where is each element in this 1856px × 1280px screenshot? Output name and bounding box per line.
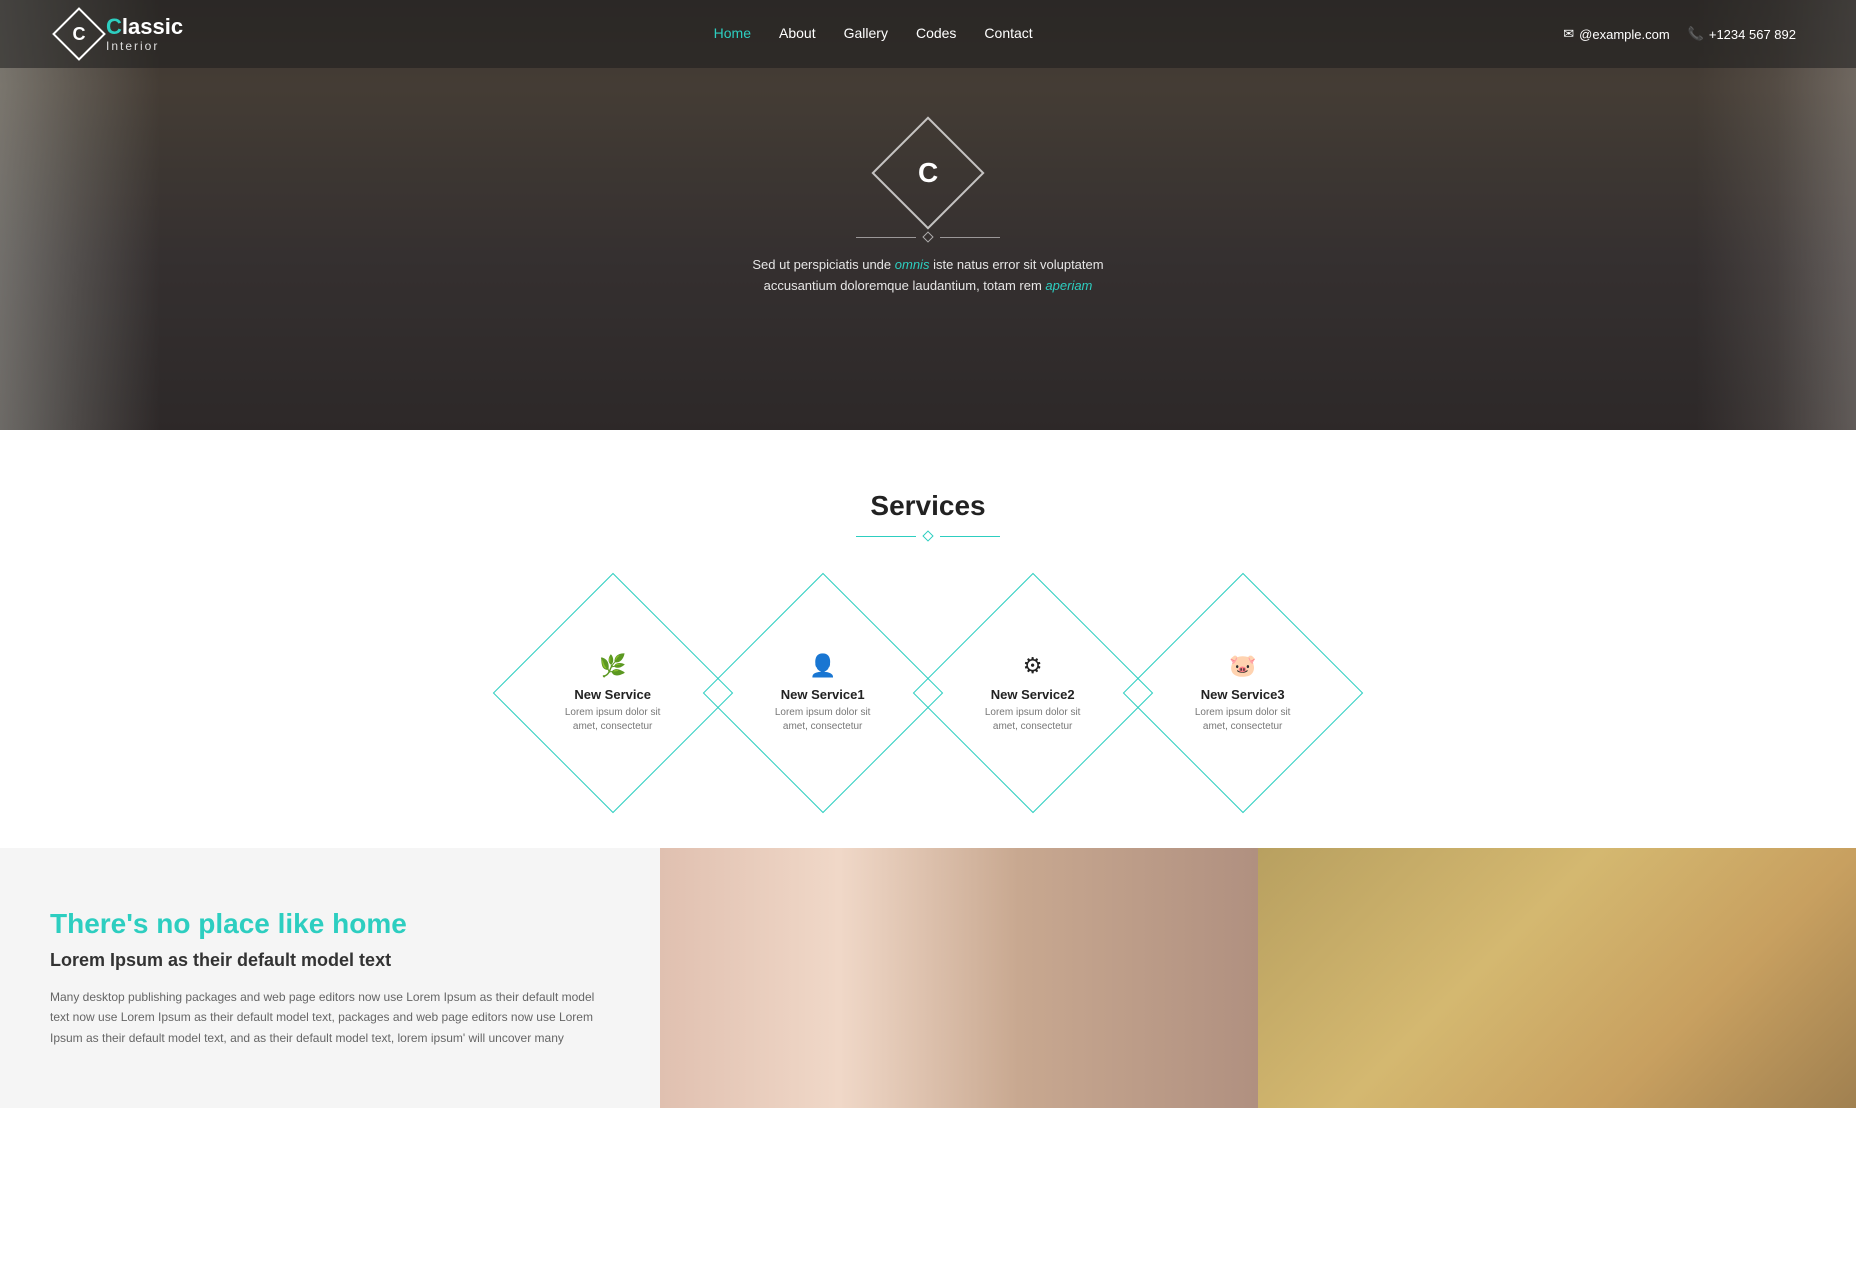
service-icon-3: 🐷 — [1229, 653, 1256, 679]
nav-item-gallery[interactable]: Gallery — [844, 25, 888, 43]
service-desc-3: Lorem ipsum dolor sit amet, consectetur — [1193, 706, 1293, 734]
service-icon-1: 👤 — [809, 653, 836, 679]
service-name-1: New Service1 — [781, 687, 865, 702]
hero-letter: C — [918, 157, 938, 189]
brand-letter: C — [106, 14, 122, 39]
services-divider-diamond — [922, 530, 933, 541]
navbar: C Classic Interior Home About Gallery Co… — [0, 0, 1856, 68]
hero-line-left — [856, 237, 916, 238]
services-section: Services 🌿 New Service Lorem ipsum dolor… — [0, 430, 1856, 848]
nav-item-about[interactable]: About — [779, 25, 816, 43]
service-icon-0: 🌿 — [599, 653, 626, 679]
nav-item-codes[interactable]: Codes — [916, 25, 956, 43]
hero-content: C Sed ut perspiciatis unde omnis iste na… — [738, 133, 1118, 297]
hero-divider — [856, 233, 1000, 241]
about-images — [660, 848, 1856, 1108]
service-card-inner-0: 🌿 New Service Lorem ipsum dolor sit amet… — [543, 653, 683, 734]
service-desc-1: Lorem ipsum dolor sit amet, consectetur — [773, 706, 873, 734]
logo-letter: C — [73, 24, 86, 45]
brand-sub: Interior — [106, 40, 183, 53]
services-divider — [40, 532, 1816, 540]
nav-link-gallery[interactable]: Gallery — [844, 25, 888, 41]
about-text: There's no place like home Lorem Ipsum a… — [0, 848, 660, 1108]
nav-contact: ✉ @example.com 📞 +1234 567 892 — [1563, 26, 1796, 42]
nav-email: ✉ @example.com — [1563, 26, 1669, 42]
about-subtitle: Lorem Ipsum as their default model text — [50, 950, 610, 971]
logo-diamond: C — [52, 7, 106, 61]
about-image-bathroom — [660, 848, 1258, 1108]
services-title: Services — [40, 490, 1816, 522]
logo-text: Classic Interior — [106, 15, 183, 52]
logo[interactable]: C Classic Interior — [60, 15, 183, 53]
nav-link-contact[interactable]: Contact — [984, 25, 1032, 41]
email-icon: ✉ — [1563, 26, 1574, 42]
service-desc-0: Lorem ipsum dolor sit amet, consectetur — [563, 706, 663, 734]
nav-link-home[interactable]: Home — [714, 25, 751, 41]
nav-link-about[interactable]: About — [779, 25, 816, 41]
nav-links: Home About Gallery Codes Contact — [714, 25, 1033, 43]
services-line-left — [856, 536, 916, 537]
service-card-1[interactable]: 👤 New Service1 Lorem ipsum dolor sit ame… — [703, 573, 943, 813]
service-card-0[interactable]: 🌿 New Service Lorem ipsum dolor sit amet… — [493, 573, 733, 813]
hero-divider-diamond — [922, 232, 933, 243]
service-card-2[interactable]: ⚙ New Service2 Lorem ipsum dolor sit ame… — [913, 573, 1153, 813]
about-body: Many desktop publishing packages and web… — [50, 987, 610, 1048]
service-desc-2: Lorem ipsum dolor sit amet, consectetur — [983, 706, 1083, 734]
service-card-inner-1: 👤 New Service1 Lorem ipsum dolor sit ame… — [753, 653, 893, 734]
bathroom-image-mock — [660, 848, 1258, 1108]
nav-link-codes[interactable]: Codes — [916, 25, 956, 41]
services-grid: 🌿 New Service Lorem ipsum dolor sit amet… — [40, 588, 1816, 798]
hero-text: Sed ut perspiciatis unde omnis iste natu… — [738, 255, 1118, 297]
about-title: There's no place like home — [50, 908, 610, 940]
service-name-2: New Service2 — [991, 687, 1075, 702]
brand-name: Classic — [106, 15, 183, 39]
nav-phone: 📞 +1234 567 892 — [1688, 26, 1796, 42]
about-image-hotel — [1258, 848, 1856, 1108]
hero-diamond: C — [871, 117, 984, 230]
nav-item-contact[interactable]: Contact — [984, 25, 1032, 43]
service-card-inner-3: 🐷 New Service3 Lorem ipsum dolor sit ame… — [1173, 653, 1313, 734]
service-name-3: New Service3 — [1201, 687, 1285, 702]
hotel-image-mock — [1258, 848, 1856, 1108]
nav-item-home[interactable]: Home — [714, 25, 751, 43]
hero-line-right — [940, 237, 1000, 238]
service-icon-2: ⚙ — [1023, 653, 1043, 679]
service-card-3[interactable]: 🐷 New Service3 Lorem ipsum dolor sit ame… — [1123, 573, 1363, 813]
service-name-0: New Service — [575, 687, 652, 702]
phone-icon: 📞 — [1688, 26, 1704, 42]
about-section: There's no place like home Lorem Ipsum a… — [0, 848, 1856, 1108]
service-card-inner-2: ⚙ New Service2 Lorem ipsum dolor sit ame… — [963, 653, 1103, 734]
services-line-right — [940, 536, 1000, 537]
